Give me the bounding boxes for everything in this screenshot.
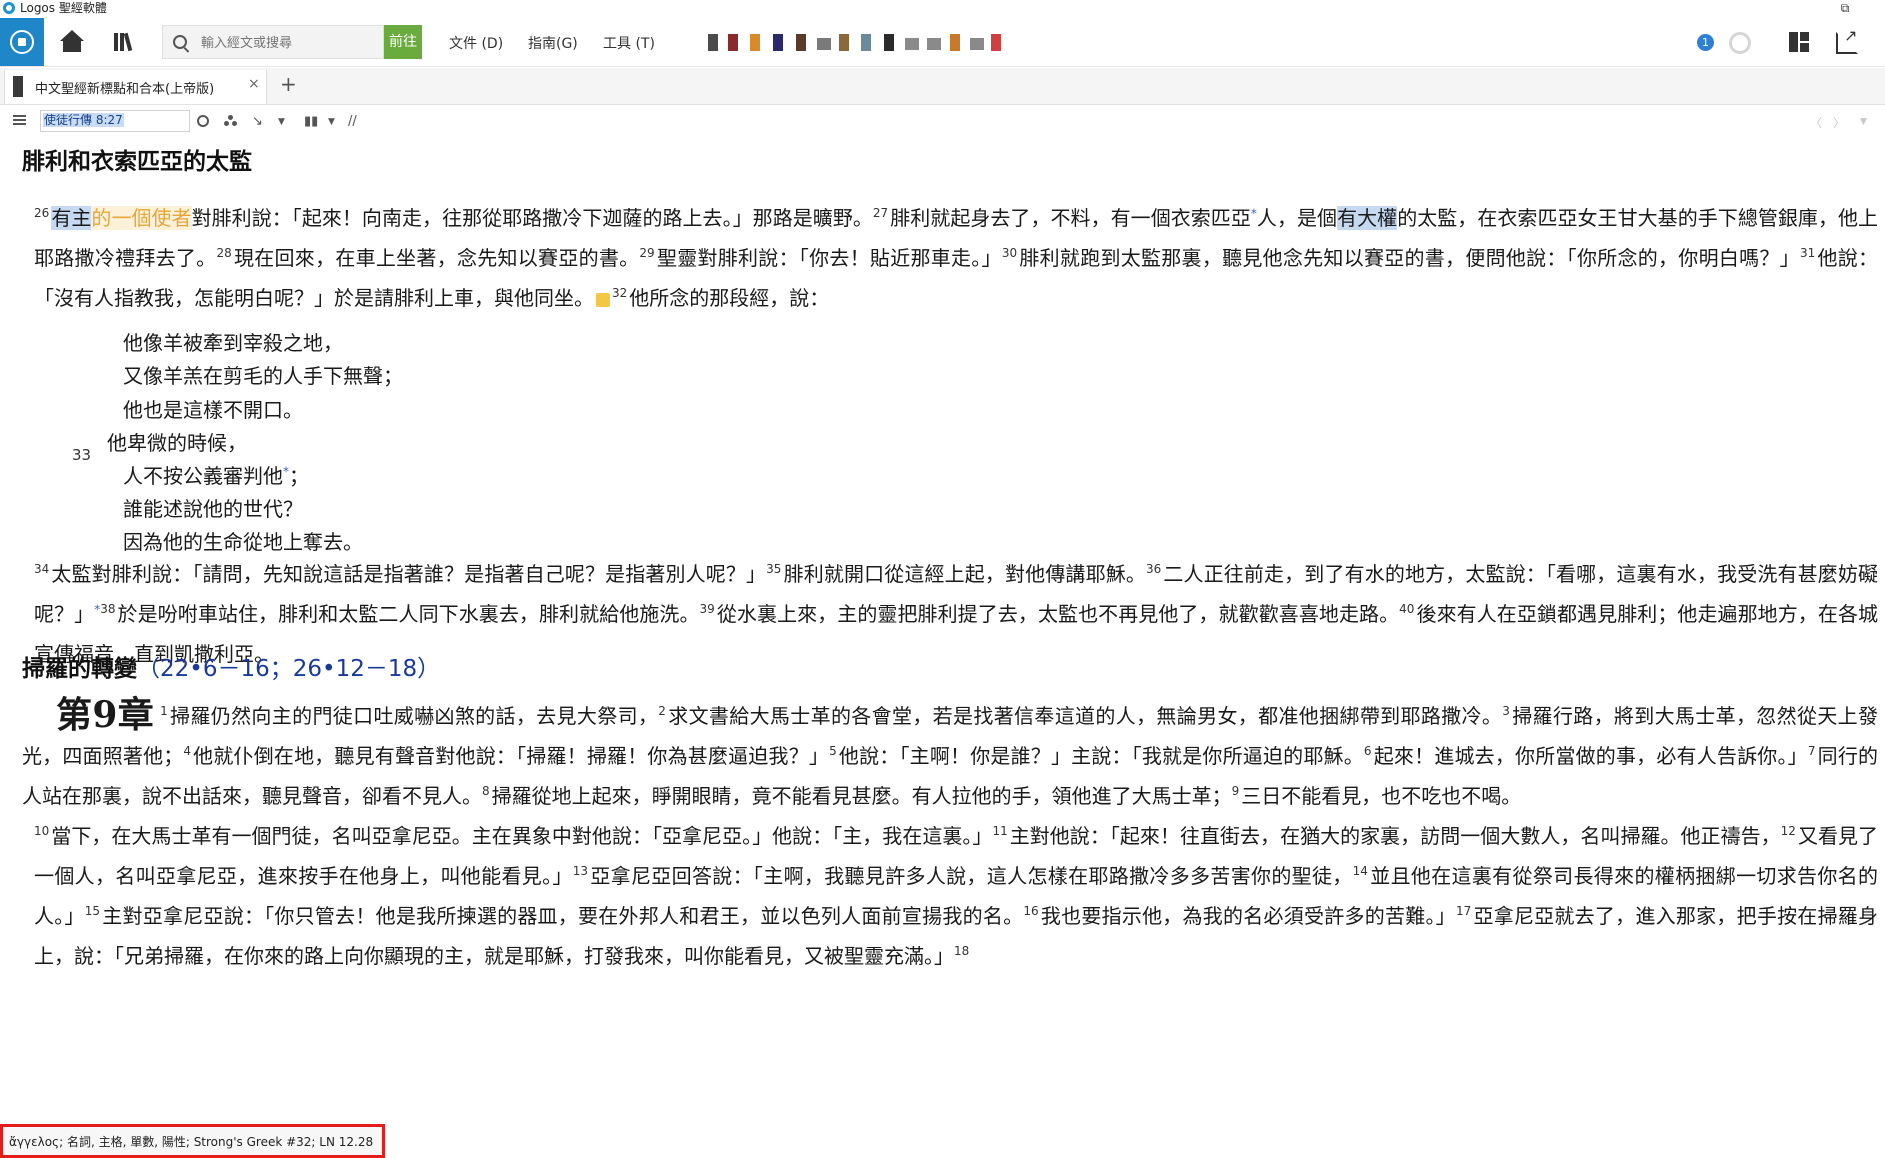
- reference-bar: 使徒行傳 8:27 ↘ ▼ ▮▮ ▼ // 〈 〉 ▼: [0, 106, 1885, 136]
- morphology-info: ἄγγελος; 名詞, 主格, 單數, 陽性; Strong's Greek …: [9, 1135, 374, 1149]
- panel-menu-icon[interactable]: [13, 115, 26, 126]
- resource-icon-14[interactable]: [991, 34, 1001, 51]
- search-box: [162, 25, 384, 59]
- popout-icon[interactable]: [1836, 26, 1858, 54]
- main-toolbar: 前往 文件 (D) 指南(G) 工具 (T) 1: [0, 18, 1885, 67]
- resource-icon-5[interactable]: [796, 34, 806, 51]
- chapter-number: 第9章: [56, 694, 155, 736]
- reference-input[interactable]: 使徒行傳 8:27: [40, 110, 190, 132]
- passage-paragraph: 26 有主的一個使者對腓利說：「起來！向南走，往那從耶路撒冷下迦薩的路上去。」那路…: [34, 206, 1879, 310]
- note-icon[interactable]: [596, 292, 610, 307]
- close-icon[interactable]: ×: [248, 76, 260, 92]
- book-icon: [13, 76, 23, 97]
- inline-translation-icon[interactable]: ↘: [252, 114, 263, 129]
- library-icon[interactable]: [112, 30, 136, 54]
- tab-label: 中文聖經新標點和合本(上帝版): [35, 82, 215, 97]
- parallel-resources-icon[interactable]: //: [348, 114, 357, 129]
- panel-dropdown-icon[interactable]: ▼: [1860, 117, 1867, 127]
- notification-badge[interactable]: 1: [1697, 34, 1714, 51]
- logos-icon: [10, 30, 34, 54]
- menu-guides[interactable]: 指南(G): [528, 33, 578, 53]
- dropdown-arrow-icon[interactable]: ▼: [328, 117, 335, 127]
- resource-icon-4[interactable]: [773, 34, 783, 51]
- logos-menu-button[interactable]: [0, 18, 44, 66]
- resource-icon-8[interactable]: [861, 34, 871, 51]
- layouts-icon[interactable]: [1789, 32, 1809, 52]
- section-heading: 腓利和衣索匹亞的太監: [22, 149, 252, 175]
- cross-reference-link[interactable]: （22•6－16；26•12－18）: [137, 656, 440, 682]
- resource-icon-13[interactable]: [970, 38, 984, 50]
- resource-icon-7[interactable]: [839, 34, 849, 51]
- search-input[interactable]: [199, 32, 373, 54]
- add-tab-button[interactable]: +: [280, 72, 297, 96]
- dropdown-arrow-icon[interactable]: ▼: [278, 117, 285, 127]
- resource-icon-9[interactable]: [884, 34, 894, 51]
- menu-tools[interactable]: 工具 (T): [603, 33, 655, 53]
- home-icon[interactable]: [60, 30, 84, 54]
- search-icon[interactable]: [197, 115, 209, 127]
- back-arrow-icon[interactable]: 〈: [1810, 114, 1822, 131]
- forward-arrow-icon[interactable]: 〉: [1833, 114, 1845, 131]
- verse-number: 33: [72, 446, 92, 464]
- bible-text-panel: 腓利和衣索匹亞的太監 26 有主的一個使者對腓利說：「起來！向南走，往那從耶路撒冷…: [0, 137, 1885, 1158]
- word-info-status: ἄγγελος; 名詞, 主格, 單數, 陽性; Strong's Greek …: [0, 1124, 385, 1158]
- menu-document[interactable]: 文件 (D): [449, 33, 503, 53]
- tab-bible[interactable]: 中文聖經新標點和合本(上帝版) ×: [4, 70, 267, 104]
- passage-paragraph: 第9章 1 掃羅仍然向主的門徒口吐威嚇凶煞的話，去見大祭司，2 求文書給大馬士革的各會…: [22, 694, 1879, 968]
- section-heading: 掃羅的轉變（22•6－16；26•12－18）: [22, 656, 441, 682]
- resource-icon-1[interactable]: [708, 34, 718, 51]
- app-logo-icon: [3, 2, 15, 14]
- resource-icon-2[interactable]: [728, 34, 738, 51]
- window-title: Logos 聖經軟體: [20, 1, 107, 15]
- resource-icon-3[interactable]: [750, 34, 760, 51]
- resource-icon-12[interactable]: [950, 34, 960, 51]
- sync-icon[interactable]: [1729, 32, 1751, 54]
- parallel-columns-icon[interactable]: ▮▮: [304, 114, 318, 129]
- resource-icon-11[interactable]: [927, 38, 941, 50]
- resource-icon-10[interactable]: [905, 38, 919, 50]
- restore-window-icon[interactable]: ⧉: [1830, 0, 1860, 16]
- search-icon: [173, 35, 187, 49]
- go-button[interactable]: 前往: [384, 25, 422, 59]
- visual-filter-icon[interactable]: [224, 115, 238, 127]
- tab-strip: 中文聖經新標點和合本(上帝版) × +: [0, 68, 1885, 105]
- resource-icon-6[interactable]: [817, 38, 831, 50]
- window-title-bar: Logos 聖經軟體 ⧉: [0, 0, 1885, 16]
